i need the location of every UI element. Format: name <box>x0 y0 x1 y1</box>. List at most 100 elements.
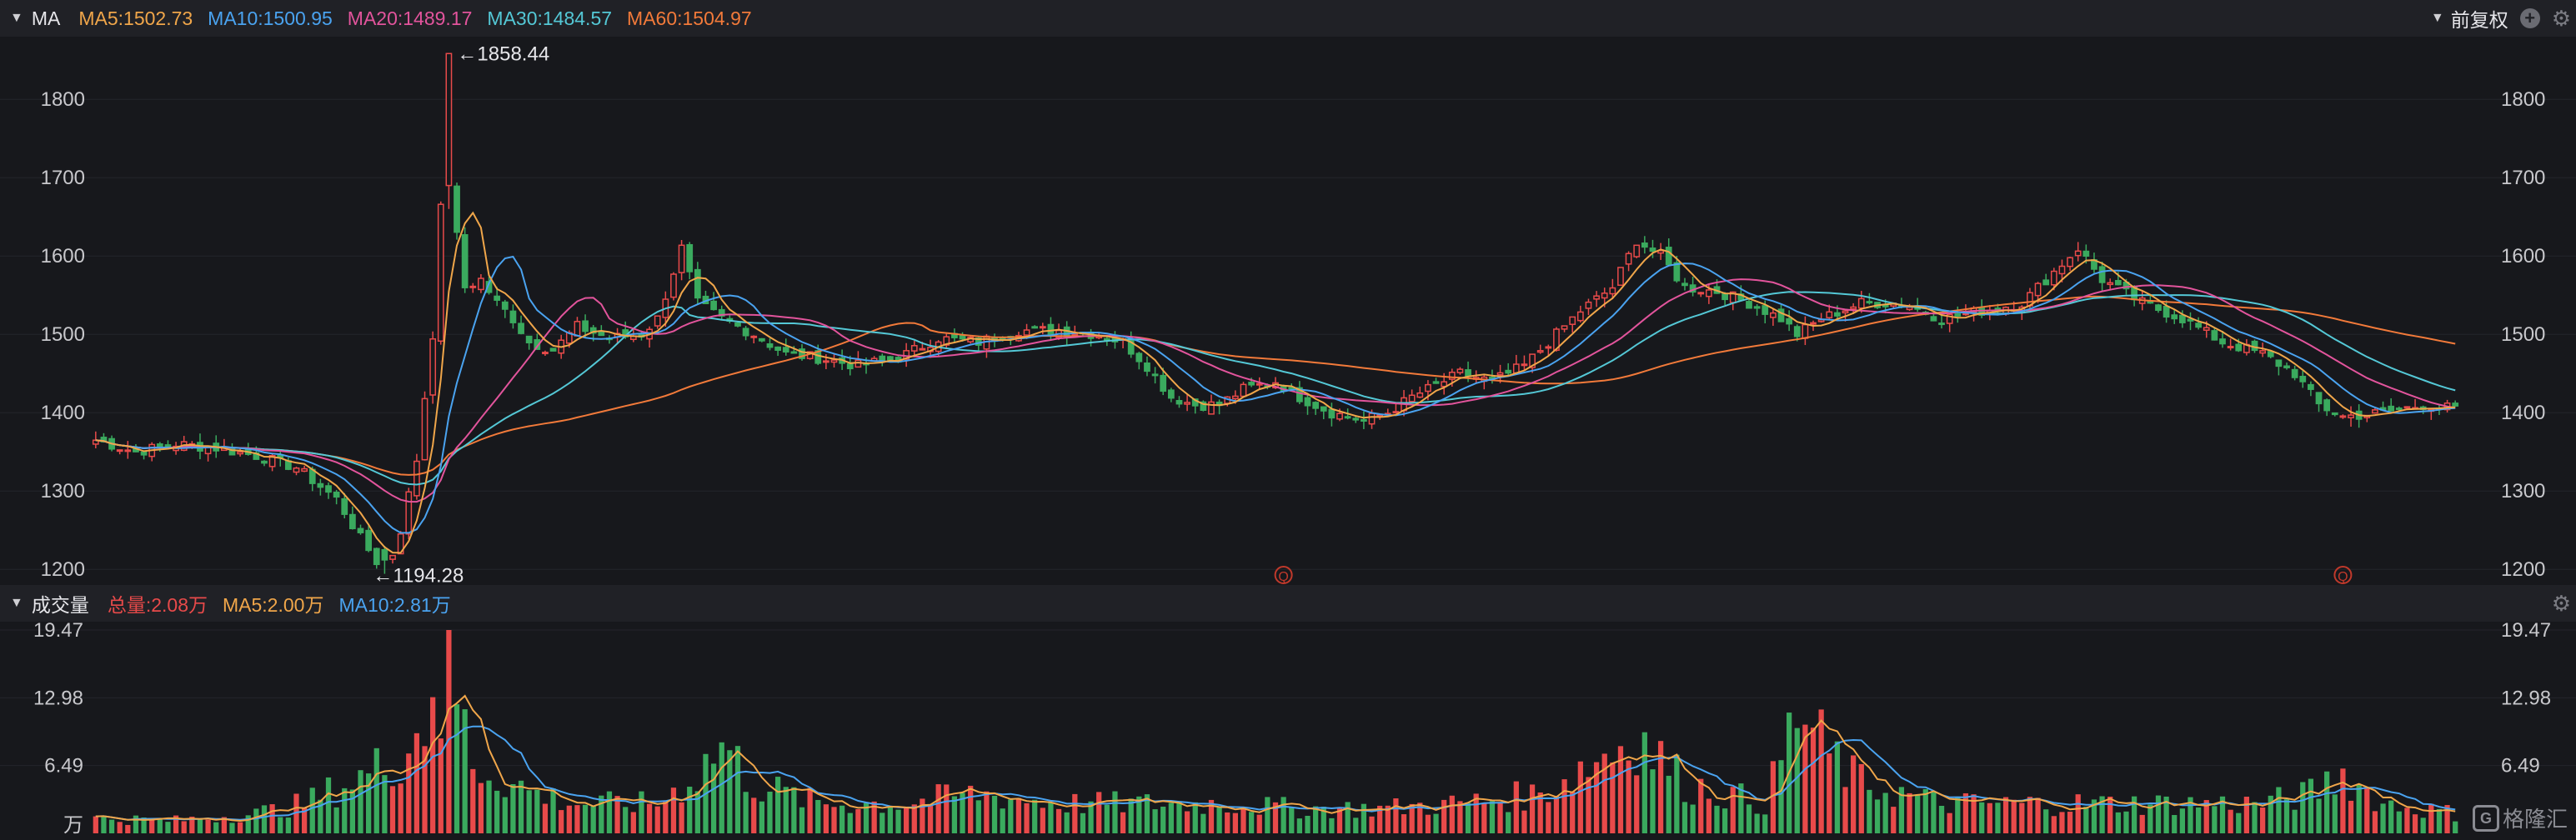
volume-bar <box>1497 802 1503 833</box>
volume-bar <box>2332 794 2338 833</box>
candle-body <box>598 331 605 337</box>
candle-body <box>846 363 854 370</box>
volume-bar <box>1128 798 1134 833</box>
price-tick-label: 1800 <box>2501 88 2545 111</box>
volume-bar <box>1072 793 1078 833</box>
candle-body <box>2308 383 2314 390</box>
volume-bar <box>991 795 998 833</box>
volume-bar <box>895 809 901 833</box>
candle-body <box>694 268 701 299</box>
candle-body <box>2291 368 2298 378</box>
volume-bar <box>855 808 861 833</box>
volume-bar <box>710 763 717 833</box>
kline-chart[interactable]: 1800 1800 1700 1700 1600 1600 1500 1500 1400 1400… <box>0 0 2576 840</box>
volume-bar <box>333 807 339 833</box>
candle-body <box>710 300 717 311</box>
candle-body <box>1521 363 1528 367</box>
candle-body <box>2034 282 2042 297</box>
volume-bar <box>654 806 660 833</box>
volume-bar <box>1040 808 1045 833</box>
volume-bar <box>1481 802 1487 833</box>
volume-bar <box>847 812 853 833</box>
volume-bar <box>1513 781 1519 833</box>
volume-tick-label: 6.49 <box>44 755 83 778</box>
volume-bar <box>2123 811 2129 833</box>
volume-bar <box>1561 779 1567 833</box>
volume-bar <box>1080 812 1086 833</box>
volume-bar <box>1706 798 1711 833</box>
volume-bar <box>1265 797 1270 833</box>
volume-bar <box>237 822 243 833</box>
candle-body <box>1255 382 1263 386</box>
volume-bar <box>2027 797 2033 833</box>
volume-bar <box>968 785 974 833</box>
volume-bar <box>630 812 636 833</box>
volume-bar <box>767 792 773 833</box>
candle-body <box>1208 401 1215 415</box>
candle-body <box>1368 412 1376 425</box>
volume-bar <box>2372 811 2378 833</box>
volume-bar <box>1240 808 1246 833</box>
volume-bar <box>2388 800 2394 833</box>
volume-bar <box>261 805 268 833</box>
candle-body <box>1320 406 1327 412</box>
candle-body <box>1312 402 1320 409</box>
candle-body <box>478 278 484 291</box>
candle-body <box>1328 408 1336 419</box>
volume-bar <box>325 777 332 833</box>
volume-bar <box>2292 809 2298 833</box>
volume-bar <box>1489 801 1496 833</box>
volume-bar <box>1112 791 1118 833</box>
volume-bar <box>1987 802 1992 833</box>
candle-body <box>1842 310 1849 314</box>
volume-bar <box>1393 798 1399 833</box>
volume-bar <box>1979 802 1985 833</box>
candle-body <box>2283 365 2290 368</box>
volume-bar <box>1401 814 1407 833</box>
candle-body <box>1576 311 1584 322</box>
volume-bar <box>1874 799 1881 833</box>
candle-body <box>261 460 268 464</box>
candle-body <box>1023 329 1030 336</box>
candle-body <box>1167 389 1175 399</box>
candle-body <box>686 243 694 272</box>
volume-bar <box>1698 778 1704 833</box>
volume-bar <box>181 821 187 833</box>
volume-bar <box>1000 808 1005 833</box>
volume-bar <box>1778 760 1784 833</box>
volume-bar <box>2011 799 2017 833</box>
candle-body <box>1906 306 1913 311</box>
volume-bar <box>2276 787 2282 833</box>
volume-bar <box>687 787 693 833</box>
volume-bar <box>1425 814 1431 833</box>
candle-body <box>766 343 774 348</box>
volume-bar <box>719 742 724 833</box>
candle-body <box>494 295 501 301</box>
candle-body <box>501 301 509 310</box>
volume-bar <box>1120 812 1126 833</box>
candle-body <box>2195 322 2202 328</box>
candle-body <box>1609 287 1616 295</box>
price-tick-label: 1300 <box>41 480 85 502</box>
volume-bar <box>582 804 589 833</box>
volume-bar <box>2428 803 2434 833</box>
candle-body <box>2388 405 2395 412</box>
logo-icon: G <box>2472 804 2499 832</box>
candle-body <box>1144 362 1150 372</box>
candle-body <box>1465 369 1471 378</box>
volume-bar <box>518 780 524 833</box>
candle-body <box>2107 282 2114 286</box>
candle-body <box>1746 301 1752 309</box>
volume-bar <box>1626 760 1631 833</box>
volume-bar <box>213 822 219 833</box>
volume-bar <box>342 788 348 833</box>
volume-bar <box>2364 788 2370 833</box>
volume-bar <box>2252 802 2258 833</box>
candle-body <box>582 320 589 332</box>
volume-bar <box>2035 798 2041 833</box>
price-tick-label: 1500 <box>41 323 85 346</box>
candle-body <box>1304 397 1311 407</box>
volume-bar <box>639 791 644 833</box>
volume-bar <box>197 819 203 833</box>
volume-bar <box>1361 803 1367 833</box>
